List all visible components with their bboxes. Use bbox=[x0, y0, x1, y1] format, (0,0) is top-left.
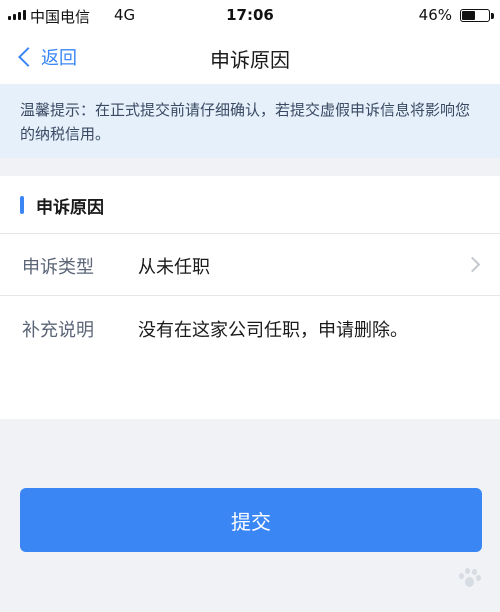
section-header: 申诉原因 bbox=[0, 176, 500, 234]
battery-percent: 46% bbox=[418, 6, 452, 24]
appeal-type-row[interactable]: 申诉类型 从未任职 bbox=[0, 234, 500, 296]
supplement-value[interactable]: 没有在这家公司任职，申请删除。 bbox=[138, 316, 408, 342]
notice-banner: 温馨提示：在正式提交前请仔细确认，若提交虚假申诉信息将影响您的纳税信用。 bbox=[0, 84, 500, 158]
watermark-logo bbox=[456, 560, 482, 600]
chevron-right-icon bbox=[464, 256, 481, 273]
battery-level-fill bbox=[462, 11, 475, 20]
supplement-description-row[interactable]: 补充说明 没有在这家公司任职，申请删除。 bbox=[0, 296, 500, 419]
battery-icon bbox=[460, 9, 490, 22]
supplement-label: 补充说明 bbox=[22, 320, 94, 341]
paw-icon bbox=[456, 567, 482, 593]
submit-button[interactable]: 提交 bbox=[20, 488, 482, 552]
page-title: 申诉原因 bbox=[210, 48, 290, 72]
battery-tip bbox=[491, 13, 494, 19]
navigation-bar: 返回 申诉原因 bbox=[0, 30, 500, 84]
section-marker bbox=[20, 196, 24, 214]
section-title: 申诉原因 bbox=[36, 198, 104, 218]
status-bar: 中国电信 4G 17:06 46% bbox=[0, 0, 500, 30]
appeal-reason-card: 申诉原因 申诉类型 从未任职 补充说明 没有在这家公司任职，申请删除。 bbox=[0, 176, 500, 419]
appeal-type-label: 申诉类型 bbox=[22, 257, 94, 278]
appeal-type-value: 从未任职 bbox=[138, 257, 210, 278]
